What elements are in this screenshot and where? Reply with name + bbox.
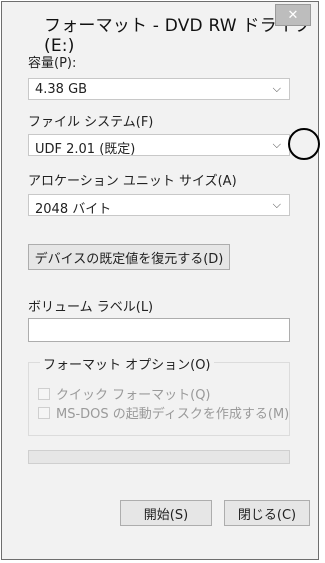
close-window-button[interactable]: ✕ [275, 4, 311, 26]
msdos-boot-label: MS-DOS の起動ディスクを作成する(M) [56, 407, 290, 422]
close-button[interactable]: 閉じる(C) [224, 500, 310, 526]
filesystem-select[interactable]: UDF 2.01 (既定) ⌵ [28, 134, 290, 157]
volume-label-label: ボリューム ラベル(L) [28, 300, 154, 315]
quick-format-label: クイック フォーマット(Q) [56, 388, 211, 403]
close-icon: ✕ [287, 7, 299, 23]
capacity-select[interactable]: 4.38 GB ⌵ [28, 78, 290, 100]
title-bar: フォーマット - DVD RW ドライブ (E:) ✕ [2, 2, 318, 56]
annotation-circle [288, 128, 320, 160]
chevron-down-icon: ⌵ [272, 82, 281, 95]
format-progress-bar [28, 450, 290, 464]
allocation-value: 2048 バイト [35, 202, 112, 217]
capacity-value: 4.38 GB [35, 82, 88, 97]
filesystem-label: ファイル システム(F) [28, 115, 154, 130]
quick-format-option[interactable]: クイック フォーマット(Q) [38, 384, 211, 403]
msdos-boot-option[interactable]: MS-DOS の起動ディスクを作成する(M) [38, 403, 289, 422]
restore-defaults-button[interactable]: デバイスの既定値を復元する(D) [28, 244, 230, 270]
start-button[interactable]: 開始(S) [120, 500, 212, 526]
chevron-down-icon: ⌵ [272, 138, 281, 151]
filesystem-value: UDF 2.01 (既定) [35, 142, 136, 157]
volume-label-input[interactable] [28, 318, 290, 342]
msdos-boot-checkbox[interactable] [38, 406, 50, 419]
capacity-label: 容量(P): [28, 56, 77, 71]
format-options-title: フォーマット オプション(O) [40, 354, 214, 373]
quick-format-checkbox[interactable] [38, 387, 50, 400]
allocation-select[interactable]: 2048 バイト ⌵ [28, 194, 290, 217]
chevron-down-icon: ⌵ [272, 198, 281, 211]
allocation-label: アロケーション ユニット サイズ(A) [28, 174, 237, 189]
